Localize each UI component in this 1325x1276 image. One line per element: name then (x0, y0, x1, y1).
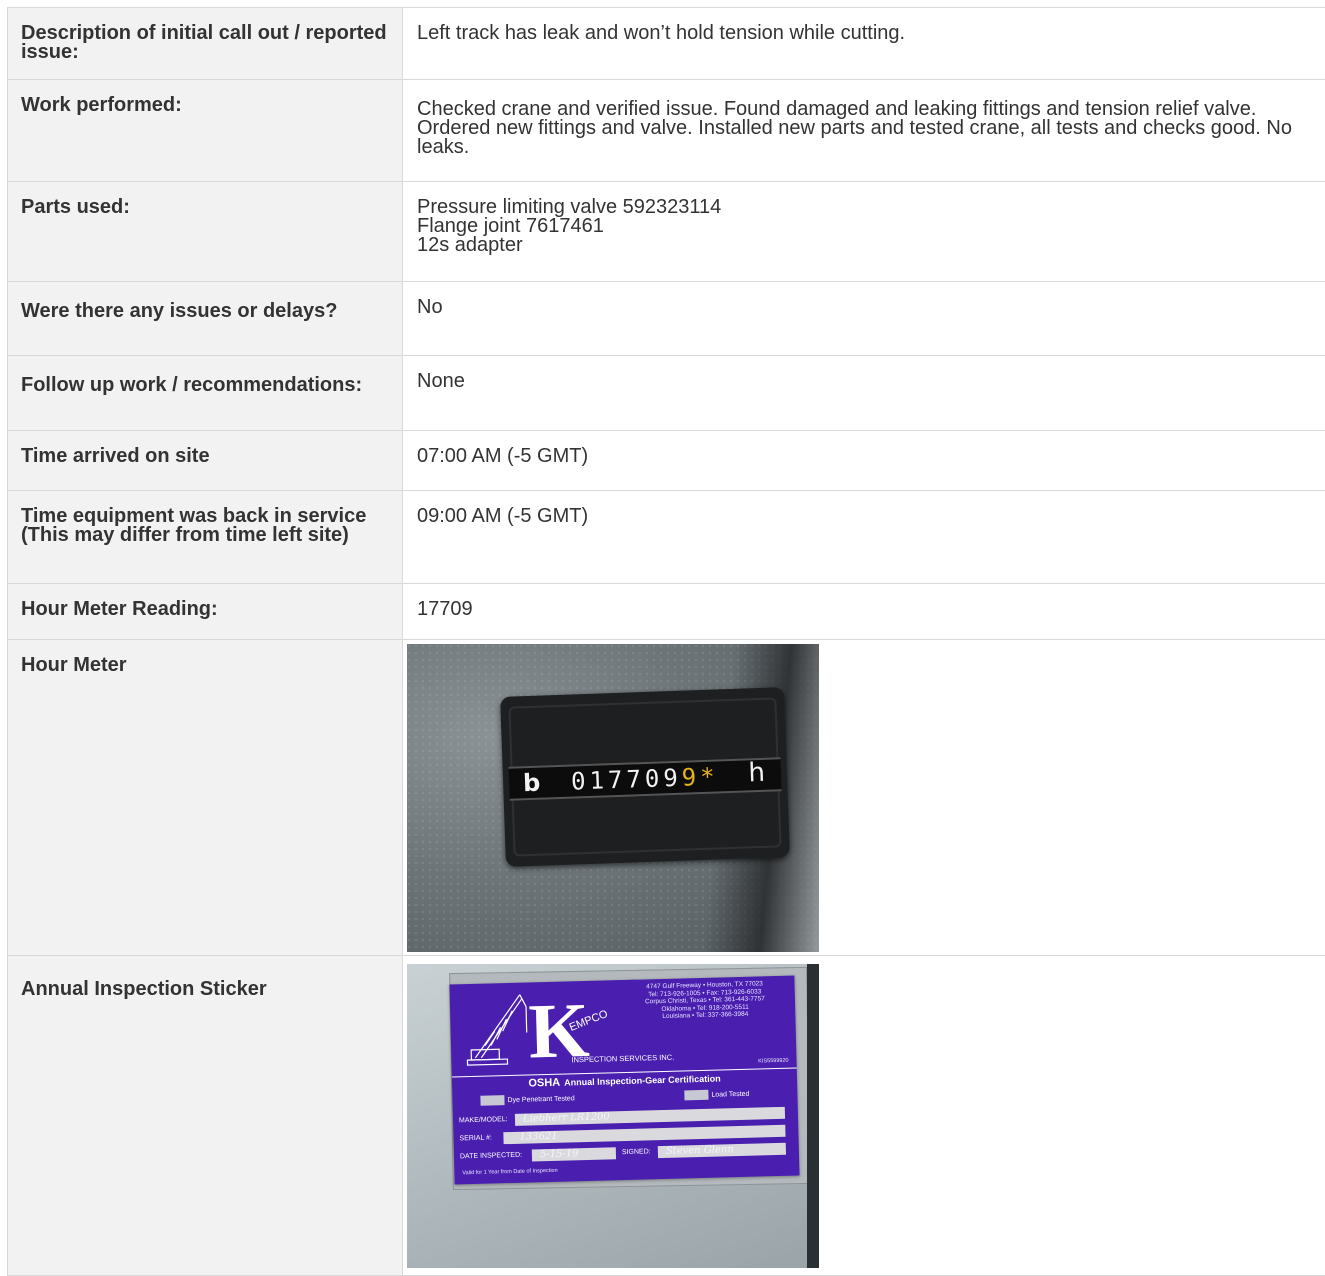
table-row: Work performed: Checked crane and verifi… (8, 80, 1325, 182)
follow-up-label: Follow up work / recommendations: (8, 356, 402, 395)
field-label: SERIAL #: (459, 1134, 492, 1142)
parts-used-list: Pressure limiting valve 592323114 Flange… (403, 182, 1325, 255)
work-performed-label: Work performed: (8, 80, 402, 115)
inspection-sticker-label: Annual Inspection Sticker (8, 956, 402, 999)
checkbox-icon (684, 1090, 708, 1101)
issues-delays-value: No (403, 282, 1325, 317)
row-value-cell: 07:00 AM (-5 GMT) (403, 431, 1325, 491)
table-row: Annual Inspection Sticker (8, 956, 1325, 1276)
field-label: DATE INSPECTED: (460, 1152, 522, 1161)
table-row: Hour Meter Reading: 17709 (8, 584, 1325, 640)
back-in-service-label: Time equipment was back in service (This… (8, 491, 402, 545)
table-row: Description of initial call out / report… (8, 8, 1325, 80)
part-line: 12s adapter (417, 236, 1315, 255)
table-row: Follow up work / recommendations: None (8, 356, 1325, 431)
row-value-cell: None (403, 356, 1325, 431)
sticker-code: KIS5599920 (758, 1058, 788, 1065)
field-value: 133621 (519, 1130, 558, 1144)
hour-meter-reading-label: Hour Meter Reading: (8, 584, 402, 619)
sticker-address: 4747 Gulf Freeway • Houston, TX 77023 Te… (624, 980, 785, 1022)
row-label-cell: Description of initial call out / report… (8, 8, 403, 80)
part-line: Flange joint 7617461 (417, 217, 1315, 236)
sticker-services: INSPECTION SERVICES INC. (571, 1053, 674, 1065)
row-label-cell: Work performed: (8, 80, 403, 182)
reported-issue-label: Description of initial call out / report… (8, 8, 402, 62)
validity-note: Valid for 1 Year from Date of Inspection (462, 1168, 557, 1176)
meter-prefix: b (523, 770, 541, 797)
row-value-cell: K EMPCO 4747 Gulf Freeway • Houston, TX … (403, 956, 1325, 1276)
checkbox-icon (480, 1095, 504, 1106)
row-value-cell: 17709 (403, 584, 1325, 640)
table-row: Time arrived on site 07:00 AM (-5 GMT) (8, 431, 1325, 491)
parts-used-label: Parts used: (8, 182, 402, 217)
service-report-table: Description of initial call out / report… (7, 7, 1325, 1276)
row-value-cell: Pressure limiting valve 592323114 Flange… (403, 182, 1325, 282)
crane-logo-icon (454, 986, 534, 1068)
hour-meter-photo: b 0177099* h (407, 644, 819, 952)
row-label-cell: Hour Meter Reading: (8, 584, 403, 640)
osha-label: OSHA (528, 1077, 560, 1090)
time-arrived-value: 07:00 AM (-5 GMT) (403, 431, 1325, 466)
row-value-cell: No (403, 282, 1325, 356)
check-label: Load Tested (711, 1091, 749, 1099)
row-label-cell: Hour Meter (8, 640, 403, 956)
back-in-service-value: 09:00 AM (-5 GMT) (403, 491, 1325, 526)
reported-issue-value: Left track has leak and won’t hold tensi… (403, 8, 1325, 43)
hour-meter-housing: b 0177099* h (500, 687, 790, 867)
field-value: Steven Glenn (666, 1143, 734, 1158)
work-performed-value: Checked crane and verified issue. Found … (403, 80, 1325, 157)
follow-up-value: None (403, 356, 1325, 391)
field-value: 5-15-19 (540, 1147, 579, 1161)
meter-digits: 017709 (571, 764, 683, 796)
table-row: Parts used: Pressure limiting valve 5923… (8, 182, 1325, 282)
row-label-cell: Parts used: (8, 182, 403, 282)
row-value-cell: 09:00 AM (-5 GMT) (403, 491, 1325, 584)
hour-meter-reading-value: 17709 (403, 584, 1325, 619)
issues-delays-label: Were there any issues or delays? (8, 282, 402, 321)
meter-star-digit: 9* (681, 762, 719, 791)
date-inspected-field: DATE INSPECTED: 5-15-19 SIGNED: Steven G… (460, 1142, 790, 1164)
hour-meter-label: Hour Meter (8, 640, 402, 675)
table-row: Were there any issues or delays? No (8, 282, 1325, 356)
certification-title: Annual Inspection-Gear Certification (564, 1073, 721, 1087)
field-label: MAKE/MODEL: (459, 1116, 508, 1124)
row-label-cell: Time equipment was back in service (This… (8, 491, 403, 584)
meter-unit: h (748, 760, 765, 787)
time-arrived-label: Time arrived on site (8, 431, 402, 466)
table-row: Time equipment was back in service (This… (8, 491, 1325, 584)
row-value-cell: Left track has leak and won’t hold tensi… (403, 8, 1325, 80)
row-value-cell: Checked crane and verified issue. Found … (403, 80, 1325, 182)
load-tested-check: Load Tested (684, 1089, 749, 1102)
row-label-cell: Were there any issues or delays? (8, 282, 403, 356)
field-value: Liebherr LR1200 (523, 1110, 610, 1125)
field-label: SIGNED: (622, 1145, 651, 1159)
row-label-cell: Follow up work / recommendations: (8, 356, 403, 431)
dye-penetrant-check: Dye Penetrant Tested (480, 1093, 574, 1106)
row-label-cell: Annual Inspection Sticker (8, 956, 403, 1276)
row-value-cell: b 0177099* h (403, 640, 1325, 956)
inspection-sticker-photo: K EMPCO 4747 Gulf Freeway • Houston, TX … (407, 964, 819, 1268)
table-row: Hour Meter b 0177099* h (8, 640, 1325, 956)
row-label-cell: Time arrived on site (8, 431, 403, 491)
check-label: Dye Penetrant Tested (507, 1095, 574, 1104)
inspection-sticker: K EMPCO 4747 Gulf Freeway • Houston, TX … (449, 976, 799, 1185)
